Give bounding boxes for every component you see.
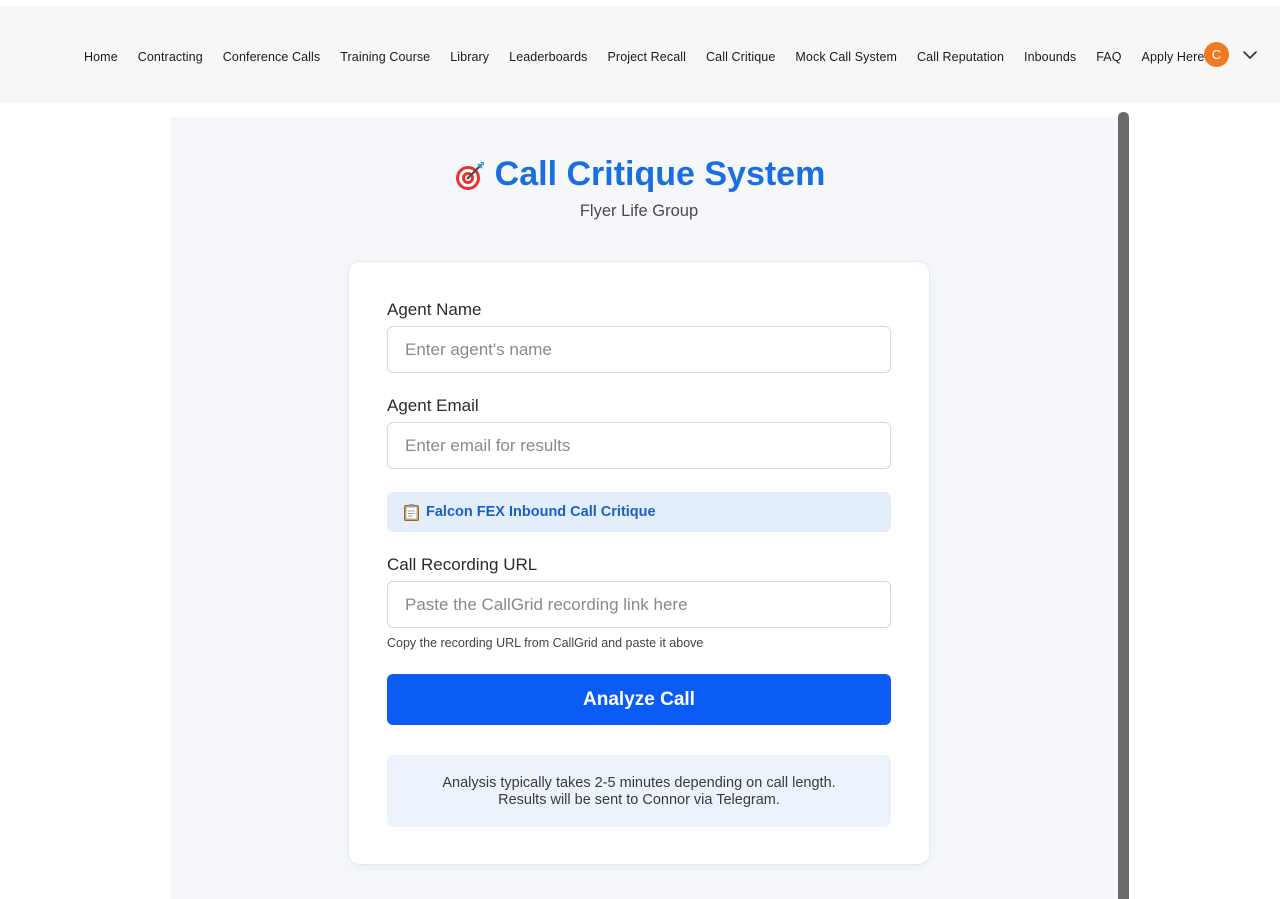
nav-item-conference-calls[interactable]: Conference Calls <box>223 50 320 64</box>
chevron-down-icon[interactable] <box>1242 47 1258 63</box>
nav-item-mock-call-system[interactable]: Mock Call System <box>795 50 897 64</box>
nav-item-library[interactable]: Library <box>450 50 489 64</box>
scrollbar[interactable] <box>1118 112 1129 899</box>
dart-target-icon <box>455 161 484 190</box>
agent-name-input[interactable] <box>387 326 891 373</box>
page-title: Call Critique System <box>494 155 826 193</box>
critique-type-badge: Falcon FEX Inbound Call Critique <box>387 492 891 532</box>
agent-email-label: Agent Email <box>387 396 479 415</box>
top-navigation-bar: Home Contracting Conference Calls Traini… <box>0 6 1280 103</box>
recording-url-input[interactable] <box>387 581 891 628</box>
nav-item-home[interactable]: Home <box>84 50 118 64</box>
main-nav: Home Contracting Conference Calls Traini… <box>84 50 1224 64</box>
nav-item-contracting[interactable]: Contracting <box>138 50 203 64</box>
nav-item-call-critique[interactable]: Call Critique <box>706 50 775 64</box>
analysis-info-line-1: Analysis typically takes 2-5 minutes dep… <box>442 775 836 791</box>
page-header: Call Critique System <box>0 155 1278 197</box>
analysis-info-note: Analysis typically takes 2-5 minutes dep… <box>387 755 891 827</box>
avatar[interactable]: C <box>1204 42 1229 67</box>
nav-item-apply-here[interactable]: Apply Here <box>1142 50 1205 64</box>
nav-item-leaderboards[interactable]: Leaderboards <box>509 50 587 64</box>
nav-item-call-reputation[interactable]: Call Reputation <box>917 50 1004 64</box>
nav-item-training-course[interactable]: Training Course <box>340 50 430 64</box>
critique-type-label: Falcon FEX Inbound Call Critique <box>426 504 656 520</box>
recording-url-label: Call Recording URL <box>387 555 538 574</box>
nav-item-project-recall[interactable]: Project Recall <box>608 50 687 64</box>
nav-item-faq[interactable]: FAQ <box>1096 50 1121 64</box>
agent-name-label: Agent Name <box>387 300 482 319</box>
nav-item-inbounds[interactable]: Inbounds <box>1024 50 1076 64</box>
recording-url-help-text: Copy the recording URL from CallGrid and… <box>387 636 704 650</box>
page-subtitle: Flyer Life Group <box>579 202 699 220</box>
analyze-call-button[interactable]: Analyze Call <box>387 674 891 725</box>
analysis-info-line-2: Results will be sent to Connor via Teleg… <box>498 792 780 808</box>
clipboard-icon <box>404 504 419 521</box>
agent-email-input[interactable] <box>387 422 891 469</box>
